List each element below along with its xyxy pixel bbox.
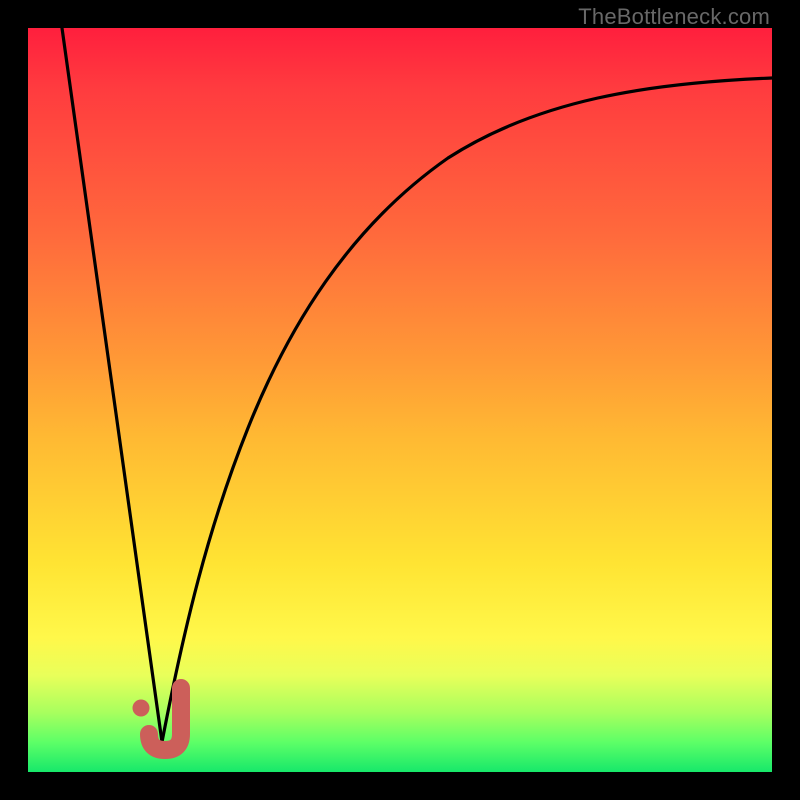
chart-frame: TheBottleneck.com	[0, 0, 800, 800]
right-rising-curve	[162, 78, 772, 742]
curve-layer	[28, 28, 772, 772]
plot-area	[28, 28, 772, 772]
watermark-text: TheBottleneck.com	[578, 4, 770, 30]
dot-marker	[133, 700, 150, 717]
left-descent-line	[62, 28, 162, 742]
